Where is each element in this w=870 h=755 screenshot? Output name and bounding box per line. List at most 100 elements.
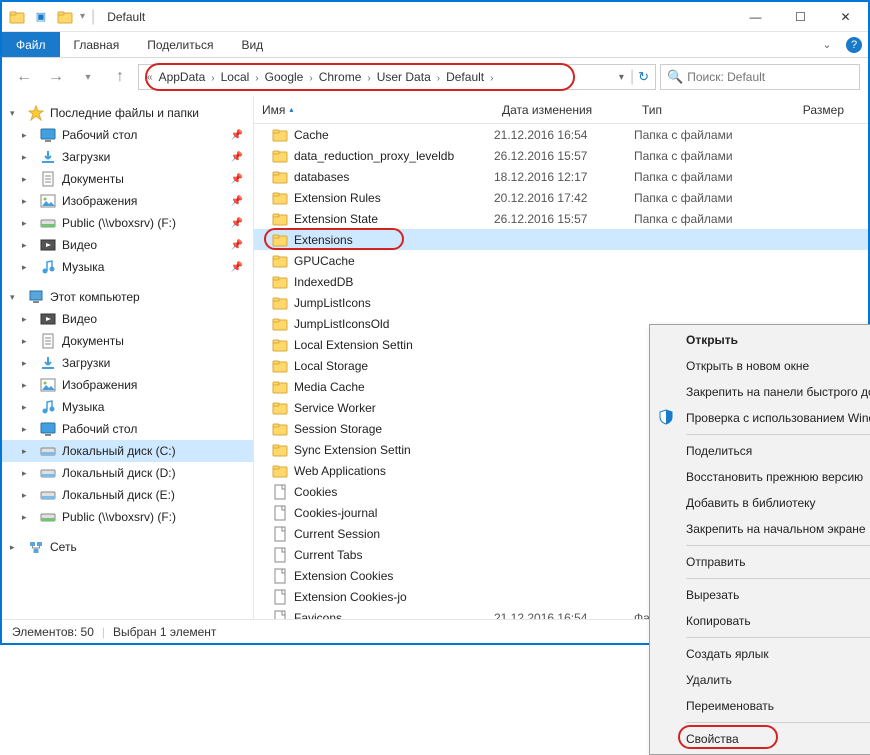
tree-expand-icon[interactable]: ▸ — [22, 262, 34, 273]
file-row[interactable]: JumpListIcons — [254, 292, 868, 313]
menu-item[interactable]: Закрепить на начальном экране — [652, 516, 870, 542]
breadcrumb-item[interactable]: Local — [217, 70, 254, 84]
tree-item[interactable]: ▸Документы📌 — [2, 168, 253, 190]
chevron-right-icon[interactable]: › — [365, 73, 372, 84]
search-box[interactable]: 🔍 — [660, 64, 860, 90]
tree-item[interactable]: ▸Загрузки — [2, 352, 253, 374]
tree-item[interactable]: ▸Public (\\vboxsrv) (F:) — [2, 506, 253, 528]
forward-button[interactable]: → — [42, 64, 70, 90]
maximize-button[interactable]: ☐ — [778, 2, 823, 32]
search-input[interactable] — [687, 70, 853, 84]
qat-properties-icon[interactable]: ▣ — [32, 8, 50, 26]
back-button[interactable]: ← — [10, 64, 38, 90]
tree-item[interactable]: ▸Музыка — [2, 396, 253, 418]
refresh-icon[interactable]: ↻ — [638, 69, 649, 85]
column-size[interactable]: Размер — [774, 103, 868, 117]
file-row[interactable]: Extensions — [254, 229, 868, 250]
ribbon-file-tab[interactable]: Файл — [2, 32, 60, 57]
tree-expand-icon[interactable]: ▸ — [22, 446, 34, 457]
tree-item[interactable]: ▸Загрузки📌 — [2, 146, 253, 168]
menu-item[interactable]: Проверка с использованием Windows Defend… — [652, 405, 870, 431]
file-row[interactable]: Extension Rules20.12.2016 17:42Папка с ф… — [254, 187, 868, 208]
quick-access-header[interactable]: ▾ Последние файлы и папки — [2, 102, 253, 124]
file-row[interactable]: Cache21.12.2016 16:54Папка с файлами — [254, 124, 868, 145]
file-row[interactable]: IndexedDB — [254, 271, 868, 292]
tree-expand-icon[interactable]: ▸ — [22, 358, 34, 369]
tree-expand-icon[interactable]: ▸ — [22, 152, 34, 163]
tree-expand-icon[interactable]: ▸ — [22, 336, 34, 347]
chevron-right-icon[interactable]: › — [488, 73, 495, 84]
tree-expand-icon[interactable]: ▸ — [22, 196, 34, 207]
breadcrumb-item[interactable]: AppData — [155, 70, 210, 84]
tree-item[interactable]: ▸Public (\\vboxsrv) (F:)📌 — [2, 212, 253, 234]
breadcrumb-dropdown-icon[interactable]: ▾ — [617, 72, 626, 83]
menu-item[interactable]: Вырезать — [652, 582, 870, 608]
tree-expand-icon[interactable]: ▸ — [22, 218, 34, 229]
tree-item[interactable]: ▸Документы — [2, 330, 253, 352]
ribbon-tab-view[interactable]: Вид — [227, 32, 277, 57]
tree-expand-icon[interactable]: ▸ — [22, 424, 34, 435]
chevron-right-icon[interactable]: › — [307, 73, 314, 84]
menu-item[interactable]: Закрепить на панели быстрого доступа — [652, 379, 870, 405]
ribbon-expand-icon[interactable]: ⌄ — [814, 32, 840, 57]
file-row[interactable]: data_reduction_proxy_leveldb26.12.2016 1… — [254, 145, 868, 166]
menu-item[interactable]: Открыть в новом окне — [652, 353, 870, 379]
menu-item[interactable]: Поделиться▶ — [652, 438, 870, 464]
tree-item[interactable]: ▸Изображения📌 — [2, 190, 253, 212]
tree-expand-icon[interactable]: ▸ — [22, 174, 34, 185]
minimize-button[interactable]: — — [733, 2, 778, 32]
breadcrumb-item[interactable]: Chrome — [315, 70, 366, 84]
qat-newfolder-icon[interactable] — [56, 8, 74, 26]
tree-expand-icon[interactable]: ▸ — [22, 512, 34, 523]
column-date[interactable]: Дата изменения — [494, 103, 634, 117]
menu-item[interactable]: Переименовать — [652, 693, 870, 719]
network-header[interactable]: ▸ Сеть — [2, 536, 253, 558]
menu-item[interactable]: Отправить▶ — [652, 549, 870, 575]
help-button[interactable]: ? — [840, 32, 868, 57]
tree-item[interactable]: ▸Видео — [2, 308, 253, 330]
column-name[interactable]: Имя▴ — [254, 103, 494, 117]
chevron-right-icon[interactable]: › — [253, 73, 260, 84]
file-name: Web Applications — [294, 464, 494, 478]
ribbon-tab-share[interactable]: Поделиться — [133, 32, 227, 57]
menu-item[interactable]: Открыть — [652, 327, 870, 353]
file-row[interactable]: databases18.12.2016 12:17Папка с файлами — [254, 166, 868, 187]
file-name: Cookies-journal — [294, 506, 494, 520]
file-row[interactable]: GPUCache — [254, 250, 868, 271]
menu-item[interactable]: Копировать — [652, 608, 870, 634]
menu-item[interactable]: Восстановить прежнюю версию — [652, 464, 870, 490]
file-row[interactable]: Extension State26.12.2016 15:57Папка с ф… — [254, 208, 868, 229]
tree-item[interactable]: ▸Видео📌 — [2, 234, 253, 256]
chevron-right-icon[interactable]: › — [209, 73, 216, 84]
menu-item[interactable]: Добавить в библиотеку▶ — [652, 490, 870, 516]
tree-item[interactable]: ▸Локальный диск (D:) — [2, 462, 253, 484]
tree-expand-icon[interactable]: ▸ — [22, 490, 34, 501]
tree-expand-icon[interactable]: ▸ — [22, 130, 34, 141]
tree-expand-icon[interactable]: ▸ — [22, 314, 34, 325]
tree-item[interactable]: ▸Рабочий стол📌 — [2, 124, 253, 146]
nav-tree[interactable]: ▾ Последние файлы и папки ▸Рабочий стол📌… — [2, 96, 254, 619]
tree-item[interactable]: ▸Музыка📌 — [2, 256, 253, 278]
breadcrumb[interactable]: « AppData›Local›Google›Chrome›User Data›… — [138, 64, 656, 90]
close-button[interactable]: ✕ — [823, 2, 868, 32]
qat-dropdown-icon[interactable]: ▾ — [80, 11, 85, 22]
tree-expand-icon[interactable]: ▸ — [22, 468, 34, 479]
tree-item[interactable]: ▸Изображения — [2, 374, 253, 396]
ribbon-tab-home[interactable]: Главная — [60, 32, 134, 57]
column-type[interactable]: Тип — [634, 103, 774, 117]
chevron-right-icon[interactable]: › — [435, 73, 442, 84]
history-dropdown-icon[interactable]: ▾ — [74, 64, 102, 90]
breadcrumb-item[interactable]: Default — [442, 70, 488, 84]
tree-item[interactable]: ▸Локальный диск (E:) — [2, 484, 253, 506]
up-button[interactable]: ↑ — [106, 64, 134, 90]
tree-item[interactable]: ▸Локальный диск (C:) — [2, 440, 253, 462]
menu-item[interactable]: Свойства — [652, 726, 870, 752]
menu-item[interactable]: Удалить — [652, 667, 870, 693]
tree-item[interactable]: ▸Рабочий стол — [2, 418, 253, 440]
tree-expand-icon[interactable]: ▸ — [22, 380, 34, 391]
breadcrumb-item[interactable]: Google — [261, 70, 308, 84]
tree-expand-icon[interactable]: ▸ — [22, 240, 34, 251]
this-pc-header[interactable]: ▾ Этот компьютер — [2, 286, 253, 308]
tree-expand-icon[interactable]: ▸ — [22, 402, 34, 413]
breadcrumb-item[interactable]: User Data — [373, 70, 435, 84]
